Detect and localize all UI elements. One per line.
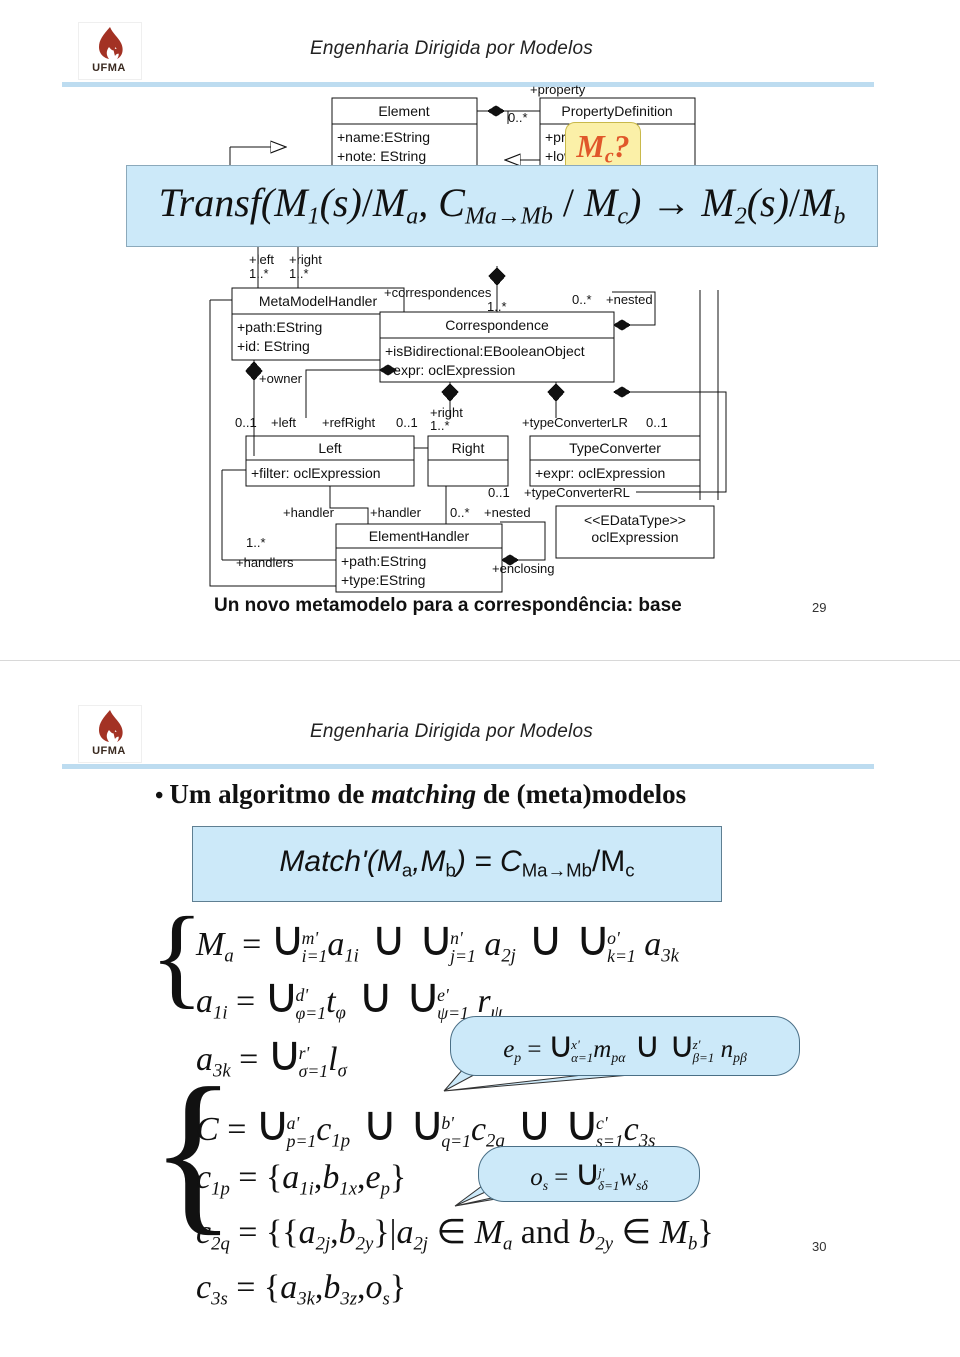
class-name-edatatype: <<EDataType>> <box>584 512 686 528</box>
slide-number-29: 29 <box>812 600 827 615</box>
class-name-propertydefinition: PropertyDefinition <box>561 103 672 119</box>
role-left-assoc: +left <box>271 415 296 430</box>
attr-element-note: +note: EString <box>337 148 426 164</box>
role-typeconverterlr: +typeConverterLR <box>522 415 628 430</box>
role-handler-left: +handler <box>283 505 335 520</box>
class-attr-edatatype: oclExpression <box>591 529 678 545</box>
attr-metamodelhandler-path: +path:EString <box>237 319 322 335</box>
uml-diagram-svg: Element PropertyDefinition MetaModelHand… <box>209 82 727 593</box>
role-owner: +owner <box>259 371 303 386</box>
slide-29: UFMA Engenharia Dirigida por Modelos Ele… <box>0 0 960 660</box>
class-name-right: Right <box>452 440 485 456</box>
mult-left-top: 1..* <box>249 266 269 281</box>
mult-correspondences: 1..* <box>487 299 507 314</box>
mult-typeconverterlr: 0..1 <box>646 415 668 430</box>
mult-property: 0..* <box>508 110 528 125</box>
role-property: +property <box>530 82 586 97</box>
class-name-elementhandler: ElementHandler <box>369 528 470 544</box>
role-left-top: +left <box>249 252 274 267</box>
role-handlers: +handlers <box>236 555 294 570</box>
slide-29-caption: Un novo metamodelo para a correspondênci… <box>214 595 682 616</box>
role-correspondences: +correspondences <box>384 285 492 300</box>
attr-elementhandler-type: +type:EString <box>341 572 425 588</box>
callout-ep-formula: ep = ∪ x' α=1 mpα ∪ ∪ z' β=1 npβ <box>503 1024 747 1065</box>
role-refright: +refRight <box>322 415 375 430</box>
role-enclosing: +enclosing <box>492 561 555 576</box>
role-nested-eh: +nested <box>484 505 531 520</box>
slides-page: UFMA Engenharia Dirigida por Modelos Ele… <box>0 0 960 1357</box>
attr-element-name: +name:EString <box>337 129 430 145</box>
mult-typeconverterrl: 0..1 <box>488 485 510 500</box>
class-name-typeconverter: TypeConverter <box>569 440 661 456</box>
callout-os-formula: os = ∪ j' δ=1 wsδ <box>530 1152 648 1193</box>
attr-typeconverter-expr: +expr: oclExpression <box>535 465 665 481</box>
mult-right-assoc: 1..* <box>430 418 450 433</box>
mc-question-label: Mc? <box>576 128 630 168</box>
mult-nested-corr: 0..* <box>572 292 592 307</box>
attr-left-filter: +filter: oclExpression <box>251 465 381 481</box>
attr-metamodelhandler-id: +id: EString <box>237 338 310 354</box>
class-name-element: Element <box>378 103 429 119</box>
mult-nested-eh: 0..* <box>450 505 470 520</box>
mult-handlers: 1..* <box>246 535 266 550</box>
role-typeconverterrl: +typeConverterRL <box>524 485 630 500</box>
slide-number-30: 30 <box>812 1239 827 1254</box>
role-nested-corr: +nested <box>606 292 653 307</box>
mult-refright: 0..1 <box>396 415 418 430</box>
uml-class-diagram: Element PropertyDefinition MetaModelHand… <box>0 0 960 660</box>
attr-correspondence-expr: +expr: oclExpression <box>385 362 515 378</box>
mult-left-assoc: 0..1 <box>235 415 257 430</box>
attr-elementhandler-path: +path:EString <box>341 553 426 569</box>
slide-30: UFMA Engenharia Dirigida por Modelos • U… <box>0 660 960 1357</box>
class-name-correspondence: Correspondence <box>445 317 549 333</box>
mult-right-top: 1..* <box>289 266 309 281</box>
transf-formula: Transf(M1(s)/Ma, CMa→Mb / Mc) → M2(s)/Mb <box>158 180 846 230</box>
class-name-metamodelhandler: MetaModelHandler <box>259 293 378 309</box>
class-name-left: Left <box>318 440 341 456</box>
callout-ep: ep = ∪ x' α=1 mpα ∪ ∪ z' β=1 npβ <box>450 1016 800 1076</box>
callout-os: os = ∪ j' δ=1 wsδ <box>478 1146 700 1202</box>
role-right-top: +right <box>289 252 322 267</box>
role-handler-right: +handler <box>370 505 422 520</box>
attr-correspondence-isbidirectional: +isBidirectional:EBooleanObject <box>385 343 585 359</box>
transf-formula-banner: Transf(M1(s)/Ma, CMa→Mb / Mc) → M2(s)/Mb <box>126 165 878 247</box>
